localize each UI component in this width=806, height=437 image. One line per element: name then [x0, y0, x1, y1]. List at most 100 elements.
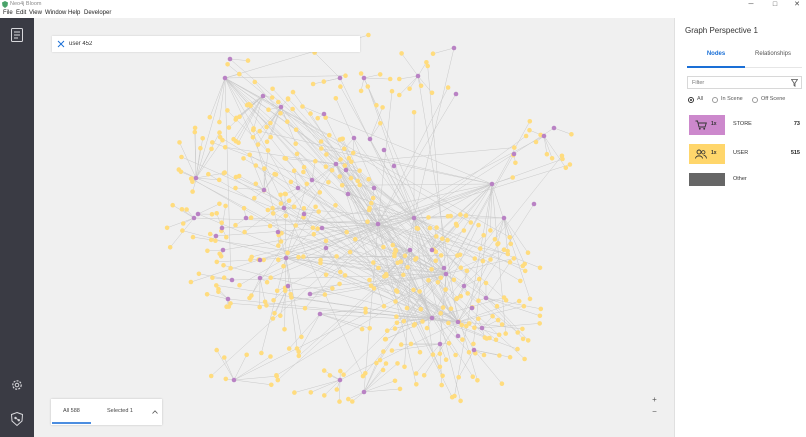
user-node[interactable] — [233, 185, 238, 191]
user-node[interactable] — [483, 280, 489, 286]
user-node[interactable] — [267, 223, 273, 229]
category-user[interactable]: 1x USER 515 — [689, 144, 802, 164]
user-node[interactable] — [301, 206, 307, 211]
user-node[interactable] — [310, 81, 316, 87]
user-node[interactable] — [393, 288, 399, 293]
user-node[interactable] — [413, 257, 418, 262]
user-node[interactable] — [245, 58, 251, 63]
user-node[interactable] — [319, 146, 324, 151]
user-node[interactable] — [292, 390, 297, 395]
user-node[interactable] — [353, 236, 358, 242]
user-node[interactable] — [392, 326, 398, 331]
user-node[interactable] — [327, 132, 332, 138]
user-node[interactable] — [310, 225, 316, 231]
store-node[interactable] — [489, 181, 495, 187]
user-node[interactable] — [350, 150, 356, 156]
user-node[interactable] — [466, 350, 472, 355]
store-node[interactable] — [443, 271, 449, 277]
user-node[interactable] — [278, 239, 284, 244]
user-node[interactable] — [383, 336, 389, 342]
user-node[interactable] — [316, 209, 322, 214]
user-node[interactable] — [291, 168, 297, 173]
user-node[interactable] — [342, 146, 347, 152]
store-node[interactable] — [429, 315, 435, 321]
user-node[interactable] — [221, 275, 227, 281]
store-node[interactable] — [441, 265, 447, 271]
user-node[interactable] — [167, 245, 173, 250]
user-node[interactable] — [247, 152, 252, 158]
user-node[interactable] — [460, 337, 465, 342]
user-node[interactable] — [392, 378, 398, 384]
user-node[interactable] — [472, 256, 478, 261]
close-icon[interactable] — [57, 40, 65, 48]
user-node[interactable] — [394, 320, 400, 326]
user-node[interactable] — [397, 92, 402, 98]
store-node[interactable] — [531, 201, 537, 207]
store-node[interactable] — [415, 73, 421, 79]
user-node[interactable] — [285, 119, 290, 124]
user-node[interactable] — [248, 257, 253, 262]
user-node[interactable] — [381, 303, 387, 309]
user-node[interactable] — [401, 272, 406, 278]
user-node[interactable] — [237, 71, 242, 77]
user-node[interactable] — [264, 303, 269, 308]
user-node[interactable] — [278, 192, 283, 198]
user-node[interactable] — [420, 319, 425, 324]
user-node[interactable] — [216, 286, 221, 292]
user-node[interactable] — [476, 222, 481, 228]
user-node[interactable] — [496, 332, 502, 338]
user-node[interactable] — [255, 142, 261, 147]
user-node[interactable] — [339, 183, 345, 188]
store-node[interactable] — [275, 229, 281, 235]
user-node[interactable] — [365, 219, 370, 224]
user-node[interactable] — [257, 304, 262, 310]
user-node[interactable] — [266, 107, 271, 112]
user-node[interactable] — [275, 377, 281, 383]
user-node[interactable] — [377, 357, 383, 363]
user-node[interactable] — [461, 228, 467, 233]
tab-relationships[interactable]: Relationships — [743, 51, 803, 57]
user-node[interactable] — [440, 305, 446, 310]
category-swatch[interactable]: 1x — [689, 144, 725, 164]
user-node[interactable] — [250, 127, 256, 133]
minimize-button[interactable]: ─ — [740, 0, 762, 9]
filter-input[interactable] — [692, 78, 787, 88]
close-window-button[interactable]: ✕ — [786, 0, 806, 9]
user-node[interactable] — [451, 277, 457, 283]
user-node[interactable] — [308, 111, 313, 116]
user-node[interactable] — [453, 221, 459, 227]
graph-scene[interactable] — [34, 18, 674, 437]
store-node[interactable] — [231, 377, 237, 383]
user-node[interactable] — [475, 378, 480, 383]
user-node[interactable] — [300, 104, 305, 109]
user-node[interactable] — [294, 346, 300, 351]
user-node[interactable] — [213, 238, 218, 243]
user-node[interactable] — [359, 326, 365, 332]
user-node[interactable] — [446, 341, 452, 346]
user-node[interactable] — [429, 267, 434, 272]
store-node[interactable] — [257, 257, 263, 263]
store-node[interactable] — [323, 245, 329, 251]
user-node[interactable] — [226, 125, 232, 130]
user-node[interactable] — [184, 207, 189, 212]
store-node[interactable] — [551, 125, 557, 131]
user-node[interactable] — [242, 229, 247, 235]
user-node[interactable] — [453, 352, 458, 358]
user-node[interactable] — [515, 330, 520, 335]
user-node[interactable] — [476, 316, 481, 322]
user-node[interactable] — [522, 356, 527, 362]
user-node[interactable] — [357, 168, 362, 173]
user-node[interactable] — [323, 238, 329, 244]
tab-nodes[interactable]: Nodes — [686, 51, 746, 57]
user-node[interactable] — [507, 235, 512, 240]
store-node[interactable] — [195, 211, 201, 217]
user-node[interactable] — [278, 201, 284, 206]
user-node[interactable] — [338, 269, 343, 275]
category-swatch[interactable] — [689, 173, 725, 186]
user-node[interactable] — [296, 353, 302, 359]
user-node[interactable] — [439, 382, 445, 388]
user-node[interactable] — [315, 115, 321, 121]
user-node[interactable] — [411, 110, 417, 115]
category-store[interactable]: 1x STORE 73 — [689, 115, 802, 135]
user-node[interactable] — [505, 251, 511, 257]
